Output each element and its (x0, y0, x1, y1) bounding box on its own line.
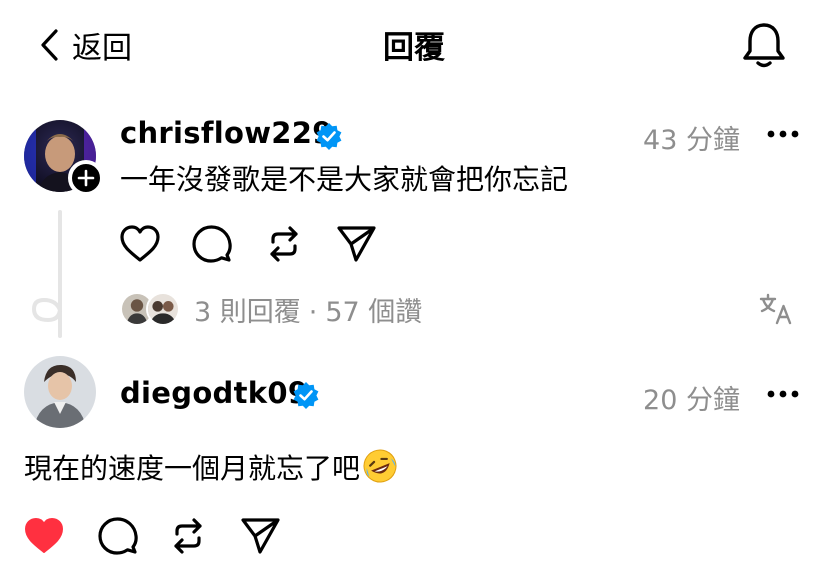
top-bar: 返回 回覆 (0, 0, 828, 90)
page-title: 回覆 (383, 30, 445, 66)
comment-text: 現在的速度一個月就忘了吧 (24, 452, 361, 485)
rolling-on-floor-laughing-emoji-icon (363, 449, 397, 483)
plus-icon (77, 169, 95, 187)
verified-badge-icon (316, 123, 342, 150)
comment-bubble-icon[interactable] (190, 222, 234, 266)
replies-summary[interactable]: 3 則回覆 · 57 個讚 (120, 290, 422, 328)
follow-plus-button[interactable] (68, 160, 104, 196)
more-options-icon[interactable] (766, 128, 800, 140)
repost-icon[interactable] (262, 222, 306, 266)
share-send-icon[interactable] (238, 514, 282, 558)
comment-bubble-icon[interactable] (96, 514, 140, 558)
translate-icon[interactable] (758, 292, 794, 326)
notification-bell-icon[interactable] (740, 20, 788, 70)
repost-icon[interactable] (166, 514, 210, 558)
liked-heart-icon[interactable] (22, 514, 66, 558)
username[interactable]: diegodtk09 (120, 376, 308, 410)
like-count[interactable]: 57 個讚 (325, 297, 422, 328)
timestamp: 43 分鐘 (643, 125, 740, 156)
verified-badge-icon (293, 382, 319, 409)
comment-text-wrapper: 現在的速度一個月就忘了吧 (24, 448, 398, 487)
share-send-icon[interactable] (334, 222, 378, 266)
reply-avatar (146, 292, 180, 326)
username[interactable]: chrisflow229 (120, 116, 333, 150)
timestamp: 20 分鐘 (643, 385, 740, 416)
replies-meta[interactable]: 3 則回覆 · 57 個讚 (194, 290, 422, 329)
reply-count[interactable]: 3 則回覆 (194, 297, 301, 328)
avatar[interactable] (24, 356, 96, 428)
like-heart-icon[interactable] (118, 222, 162, 266)
thread-loop-icon (31, 290, 62, 323)
more-options-icon[interactable] (766, 388, 800, 400)
comment-text: 一年沒發歌是不是大家就會把你忘記 (120, 163, 569, 196)
